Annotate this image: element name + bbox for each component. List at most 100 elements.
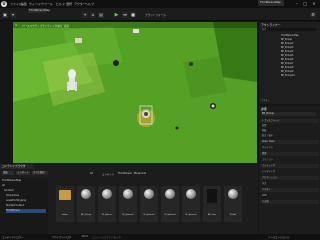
platforms-button[interactable]: プラットフォーム xyxy=(145,13,173,18)
details-row[interactable]: 位置 xyxy=(260,124,319,128)
add-button[interactable]: 追加 xyxy=(2,171,14,175)
asset-tile[interactable]: M_Ball xyxy=(224,186,242,222)
tree-item[interactable]: Content xyxy=(4,189,14,193)
play-icon[interactable]: ▶ xyxy=(113,12,120,18)
outliner-search-input[interactable]: 検索... xyxy=(261,28,316,31)
step-icon[interactable]: ⏭ xyxy=(122,12,128,18)
settings-icon[interactable]: ⚙ xyxy=(310,12,316,18)
details-panel: 詳細 BP_Pickup トランスフォーム 位置 回転 拡大・縮小 Static… xyxy=(259,106,320,240)
details-selected: BP_Pickup xyxy=(261,112,316,116)
outliner-row[interactable]: BP_Pickup8 xyxy=(259,66,320,69)
viewport-menu-icon[interactable]: ≡ xyxy=(15,24,17,27)
menu-actor[interactable]: アクター xyxy=(74,2,86,6)
menu-tools[interactable]: ツール xyxy=(44,2,53,6)
details-row[interactable]: LOD xyxy=(260,194,319,198)
tree-item[interactable]: All xyxy=(2,184,5,188)
minimize-icon[interactable]: – xyxy=(294,1,300,6)
output-log-button[interactable]: アウトプットログ xyxy=(52,235,71,239)
blueprint-icon[interactable]: ⌂ xyxy=(90,12,96,18)
details-row[interactable]: 回転 xyxy=(260,129,319,133)
maximize-icon[interactable]: □ xyxy=(302,1,308,6)
asset-tile[interactable]: BP_Pickup xyxy=(77,186,95,222)
stop-icon[interactable]: ■ xyxy=(130,12,136,18)
outliner-row[interactable]: ThirdPersonMap xyxy=(259,34,320,37)
path-segment[interactable]: ThirdPerson xyxy=(118,172,132,175)
console-input[interactable]: コンソールコマンドを入力 xyxy=(92,235,121,239)
save-icon[interactable]: ▣ xyxy=(2,12,8,18)
details-row[interactable]: トランスフォーム xyxy=(260,119,319,123)
path-segment[interactable]: Blueprints xyxy=(134,172,146,175)
viewport-show[interactable]: 表示 xyxy=(64,24,69,28)
sphere-thumbnail-icon xyxy=(81,189,91,199)
content-browser-tab[interactable]: コンテンツブラウザ xyxy=(0,164,34,169)
source-control-button[interactable]: ソースコントロール xyxy=(268,235,289,239)
box-a xyxy=(75,38,82,43)
details-row[interactable]: レンダリング xyxy=(260,170,319,174)
box-b xyxy=(133,29,139,33)
content-drawer-button[interactable]: コンテンツドロワー xyxy=(2,235,24,239)
path-segment[interactable]: コンテンツ xyxy=(102,172,114,176)
level-viewport[interactable] xyxy=(13,22,257,163)
outliner-row[interactable]: BP_Pickup4 xyxy=(259,50,320,53)
import-button[interactable]: インポート xyxy=(16,171,30,175)
menu-select[interactable]: 選択 xyxy=(66,2,72,6)
viewport-mode[interactable]: パースペクティブ xyxy=(22,24,42,28)
details-title: 詳細 xyxy=(261,107,267,111)
details-row[interactable]: アクター xyxy=(260,188,319,192)
details-row[interactable]: タグ xyxy=(260,182,319,186)
details-row[interactable]: マテリアル xyxy=(260,146,319,150)
unreal-logo-icon[interactable]: U xyxy=(1,1,7,7)
menu-build[interactable]: ビルド xyxy=(56,2,65,6)
viewport-lit[interactable]: ライティングあり xyxy=(42,24,63,28)
outliner-row[interactable]: BP_Pickup9 xyxy=(259,70,320,73)
outliner-row[interactable]: BP_Pickup6 xyxy=(259,58,320,61)
folder-icon xyxy=(59,190,71,200)
cmd-label: Cmd xyxy=(82,235,88,238)
small-sphere xyxy=(175,126,179,130)
details-row[interactable]: コリジョン xyxy=(260,158,319,162)
save-all-button[interactable]: すべて保存 xyxy=(32,171,48,175)
project-tab[interactable]: ThirdPersonMap xyxy=(258,0,284,6)
level-tab[interactable]: ThirdPersonMap xyxy=(28,8,50,13)
left-toolbar-strip xyxy=(0,22,12,163)
asset-tile[interactable]: M_Sphere3 xyxy=(140,186,158,222)
tree-item[interactable]: Characters xyxy=(6,194,19,198)
details-row[interactable]: 拡大・縮小 xyxy=(260,134,319,138)
outliner-row[interactable]: BP_Pickup5 xyxy=(259,54,320,57)
details-row[interactable]: ナビゲーション xyxy=(260,176,319,180)
menu-window[interactable]: ウィンドウ xyxy=(29,2,44,6)
asset-tile[interactable]: M_Sphere xyxy=(98,186,116,222)
tree-item[interactable]: ThirdPersonMap xyxy=(2,179,21,183)
tree-item[interactable]: LevelPrototyping xyxy=(6,199,26,203)
outliner-row[interactable]: BP_Pickup xyxy=(259,38,320,41)
outliner-row[interactable]: BP_Pickup3 xyxy=(259,46,320,49)
asset-tile[interactable]: Folder xyxy=(56,186,74,222)
outliner-panel: アウトライナー 検索... ThirdPersonMap BP_Pickup B… xyxy=(259,22,320,104)
outliner-count: アクター xyxy=(261,99,270,102)
add-actor-icon[interactable]: + xyxy=(82,12,88,18)
sphere-thumbnail-icon xyxy=(165,189,175,199)
outliner-row[interactable]: BP_Pickup10 xyxy=(259,74,320,77)
sphere-thumbnail-icon xyxy=(123,189,133,199)
character-thumbnail-icon xyxy=(207,189,217,203)
asset-tile[interactable]: BP_Char xyxy=(203,186,221,222)
details-row[interactable]: ライティング xyxy=(260,164,319,168)
outliner-row[interactable]: BP_Pickup2 xyxy=(259,42,320,45)
mode-select-icon[interactable]: ▾ xyxy=(10,12,16,18)
asset-tile[interactable]: M_Sphere5 xyxy=(182,186,200,222)
outliner-row[interactable]: BP_Pickup7 xyxy=(259,62,320,65)
asset-tile[interactable]: M_Sphere2 xyxy=(119,186,137,222)
sphere-thumbnail-icon xyxy=(102,189,112,199)
path-segment[interactable]: All xyxy=(90,172,93,175)
menu-edit[interactable]: 編集 xyxy=(21,2,27,6)
details-row[interactable]: その他 xyxy=(260,200,319,204)
menu-help[interactable]: ヘルプ xyxy=(85,2,94,6)
tree-item[interactable]: StarterContent xyxy=(6,204,24,208)
sequence-icon[interactable]: ▤ xyxy=(98,12,104,18)
editor-window: U ファイル 編集 ウィンドウ ツール ビルド 選択 アクター ヘルプ Thir… xyxy=(0,0,320,240)
asset-tile[interactable]: M_Sphere4 xyxy=(161,186,179,222)
close-icon[interactable]: × xyxy=(311,1,317,6)
details-row[interactable]: 物理 xyxy=(260,152,319,156)
tree-item[interactable]: ThirdPerson xyxy=(6,209,46,213)
details-row[interactable]: Static Mesh xyxy=(260,140,319,144)
